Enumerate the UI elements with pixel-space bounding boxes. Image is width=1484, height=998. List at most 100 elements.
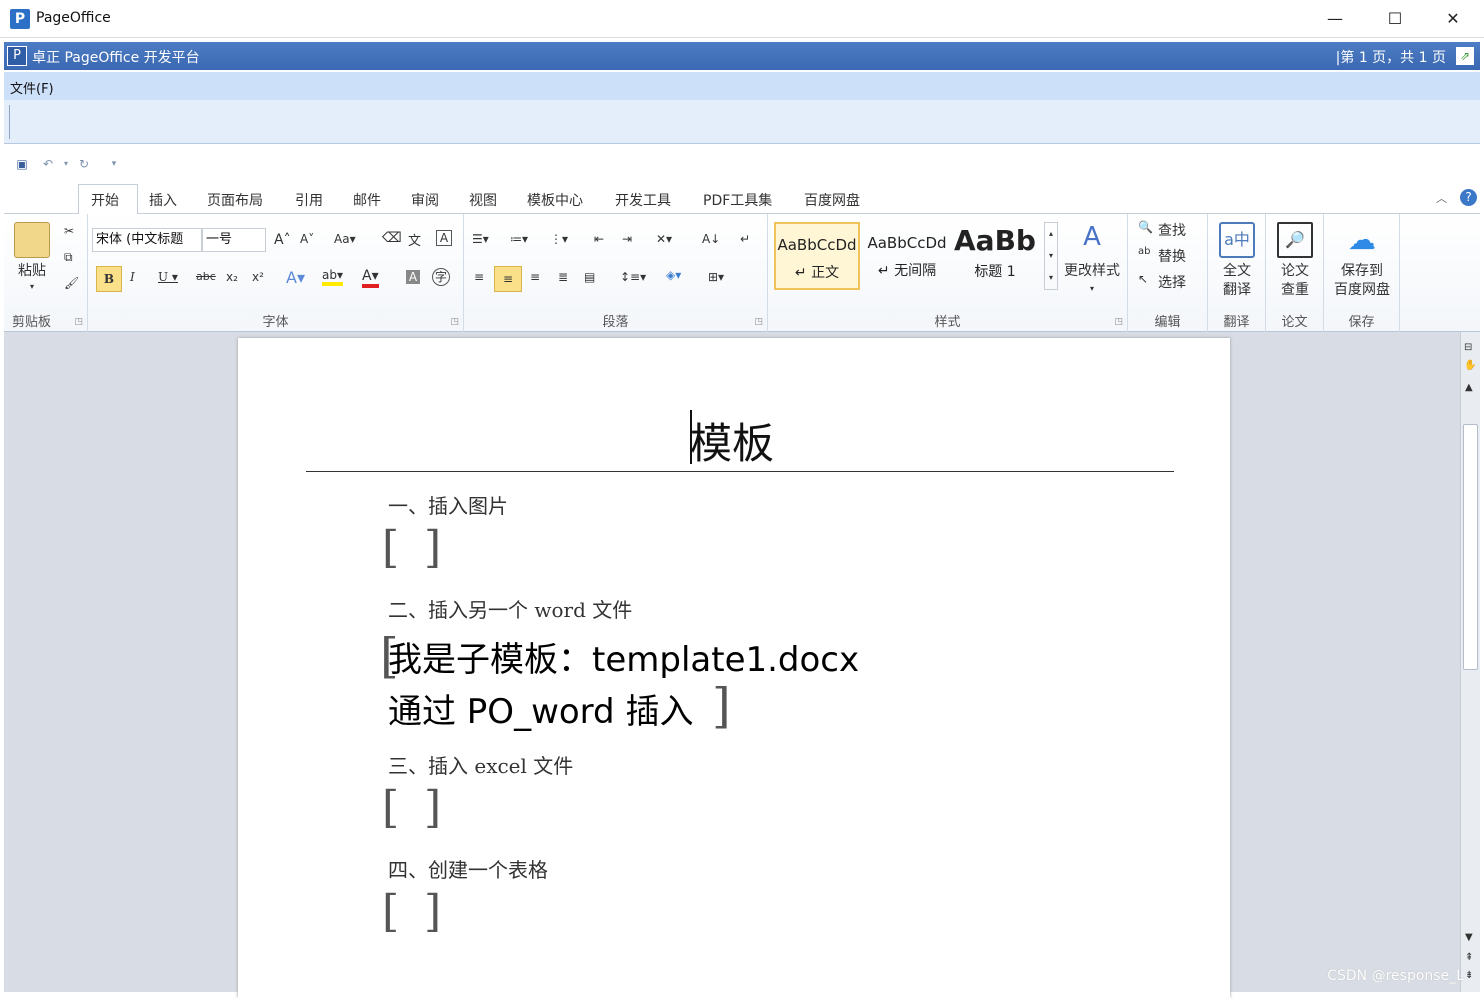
undo-dropdown-icon[interactable]: ▾ bbox=[58, 156, 74, 172]
shading-icon[interactable]: ◈▾ bbox=[666, 268, 681, 282]
subscript-button[interactable]: x₂ bbox=[226, 270, 238, 284]
replace-icon[interactable]: ab bbox=[1138, 246, 1150, 257]
strikethrough-button[interactable]: abc bbox=[196, 270, 216, 283]
line-spacing-icon[interactable]: ↕≡▾ bbox=[620, 270, 646, 284]
phonetic-guide-icon[interactable]: 文 bbox=[408, 230, 421, 249]
enclose-char-icon[interactable]: 字 bbox=[432, 268, 450, 286]
baidu-netdisk-icon[interactable]: ☁ bbox=[1344, 222, 1380, 258]
text-effects-icon[interactable]: A▾ bbox=[286, 268, 305, 287]
maximize-button[interactable]: ☐ bbox=[1366, 0, 1424, 38]
group-font: 宋体 (中文标题 一号 A˄ A˅ Aa▾ ⌫ 文 A B I U ▾ abc … bbox=[88, 214, 464, 332]
font-launcher-icon[interactable]: ◳ bbox=[450, 317, 459, 327]
sort-icon[interactable]: A↓ bbox=[702, 232, 720, 246]
change-styles-icon[interactable]: A bbox=[1074, 222, 1110, 252]
find-icon[interactable]: 🔍 bbox=[1138, 220, 1153, 234]
shrink-font-icon[interactable]: A˅ bbox=[300, 232, 314, 246]
tab-pdf-tools[interactable]: PDF工具集 bbox=[703, 190, 772, 210]
toolbar-grip[interactable] bbox=[9, 105, 11, 139]
style-normal[interactable]: AaBbCcDd ↵ 正文 bbox=[774, 222, 860, 290]
decrease-indent-icon[interactable]: ⇤ bbox=[594, 232, 604, 246]
help-icon[interactable]: ? bbox=[1460, 189, 1477, 206]
bullets-icon[interactable]: ☰▾ bbox=[472, 232, 489, 246]
change-styles-button[interactable]: 更改样式 bbox=[1060, 262, 1124, 281]
undo-icon[interactable]: ↶ bbox=[40, 156, 56, 172]
clipboard-launcher-icon[interactable]: ◳ bbox=[74, 317, 83, 327]
paste-icon[interactable] bbox=[14, 222, 50, 258]
paste-button[interactable]: 粘贴 bbox=[10, 262, 54, 281]
tab-template-center[interactable]: 模板中心 bbox=[527, 190, 583, 210]
scroll-thumb[interactable] bbox=[1463, 424, 1478, 670]
underline-button[interactable]: U ▾ bbox=[158, 270, 178, 284]
borders-icon[interactable]: ⊞▾ bbox=[708, 270, 724, 284]
grow-font-icon[interactable]: A˄ bbox=[274, 232, 291, 248]
align-center-button[interactable]: ≡ bbox=[494, 266, 522, 292]
redo-icon[interactable]: ↻ bbox=[76, 156, 92, 172]
translate-button[interactable]: 全文 翻译 bbox=[1208, 262, 1266, 300]
scroll-down-icon[interactable]: ▼ bbox=[1465, 932, 1473, 943]
vertical-scrollbar[interactable]: ⊟ ✋ ▲ ▼ ⇞ ⇟ bbox=[1460, 332, 1480, 992]
tab-mailings[interactable]: 邮件 bbox=[353, 190, 381, 210]
numbering-icon[interactable]: ≔▾ bbox=[510, 232, 528, 246]
copy-icon[interactable]: ⧉ bbox=[64, 250, 73, 265]
tab-view[interactable]: 视图 bbox=[469, 190, 497, 210]
menu-file[interactable]: 文件(F) bbox=[10, 78, 54, 97]
select-icon[interactable]: ↖ bbox=[1138, 272, 1148, 286]
close-button[interactable]: ✕ bbox=[1424, 0, 1482, 38]
multilevel-list-icon[interactable]: ⋮▾ bbox=[550, 232, 568, 246]
pan-icon[interactable]: ✋ bbox=[1464, 360, 1476, 371]
font-color-icon[interactable]: A▾ bbox=[362, 268, 379, 288]
find-button[interactable]: 查找 bbox=[1158, 220, 1186, 240]
paper-check-button[interactable]: 论文 查重 bbox=[1266, 262, 1324, 300]
tab-developer[interactable]: 开发工具 bbox=[615, 190, 671, 210]
style-heading1[interactable]: AaBb 标题 1 bbox=[952, 222, 1038, 290]
bold-button[interactable]: B bbox=[96, 266, 122, 292]
prev-page-icon[interactable]: ⇞ bbox=[1465, 952, 1473, 963]
change-case-icon[interactable]: Aa▾ bbox=[334, 232, 356, 246]
align-left-icon[interactable]: ≡ bbox=[474, 270, 484, 284]
tab-review[interactable]: 审阅 bbox=[411, 190, 439, 210]
paper-check-icon[interactable]: 🔎 bbox=[1277, 222, 1313, 258]
cut-icon[interactable]: ✂ bbox=[64, 224, 74, 238]
tab-home[interactable]: 开始 bbox=[91, 190, 119, 210]
customize-qat-icon[interactable]: ▾ bbox=[106, 156, 122, 172]
ruler-toggle-icon[interactable]: ⊟ bbox=[1464, 342, 1472, 353]
distributed-icon[interactable]: ▤ bbox=[584, 270, 595, 284]
tab-page-layout[interactable]: 页面布局 bbox=[207, 190, 263, 210]
minimize-button[interactable]: — bbox=[1306, 0, 1364, 38]
font-size-combo[interactable]: 一号 bbox=[202, 228, 266, 252]
tab-baidu-netdisk[interactable]: 百度网盘 bbox=[804, 190, 860, 210]
style-no-spacing[interactable]: AaBbCcDd ↵ 无间隔 bbox=[864, 222, 950, 290]
format-painter-icon[interactable]: 🖌 bbox=[64, 276, 79, 290]
clear-format-icon[interactable]: ⌫ bbox=[382, 230, 402, 246]
superscript-button[interactable]: x² bbox=[252, 270, 264, 284]
tab-references[interactable]: 引用 bbox=[295, 190, 323, 210]
change-styles-dropdown-icon[interactable]: ▾ bbox=[1090, 284, 1094, 293]
fullscreen-icon[interactable]: ⇗ bbox=[1456, 47, 1474, 65]
select-button[interactable]: 选择 bbox=[1158, 272, 1186, 292]
save-icon[interactable]: ▣ bbox=[14, 156, 30, 172]
translate-icon[interactable]: a中 bbox=[1219, 222, 1255, 258]
show-marks-icon[interactable]: ↵ bbox=[740, 232, 750, 246]
char-shading-icon[interactable]: A bbox=[406, 270, 420, 284]
scroll-up-icon[interactable]: ▲ bbox=[1465, 382, 1473, 393]
pageoffice-title: 卓正 PageOffice 开发平台 bbox=[32, 50, 200, 66]
char-border-icon[interactable]: A bbox=[436, 230, 452, 246]
increase-indent-icon[interactable]: ⇥ bbox=[622, 232, 632, 246]
document-page[interactable]: 模板 一、插入图片 [ ] 二、插入另一个 word 文件 [ 我是子模板：te… bbox=[238, 338, 1230, 998]
replace-button[interactable]: 替换 bbox=[1158, 246, 1186, 266]
collapse-ribbon-icon[interactable]: ︿ bbox=[1436, 190, 1447, 206]
italic-button[interactable]: I bbox=[130, 270, 135, 284]
save-to-baidu-button[interactable]: 保存到 百度网盘 bbox=[1324, 262, 1400, 300]
chinese-layout-icon[interactable]: ✕▾ bbox=[656, 232, 672, 246]
align-right-icon[interactable]: ≡ bbox=[530, 270, 540, 284]
styles-launcher-icon[interactable]: ◳ bbox=[1114, 317, 1123, 327]
styles-scroll-icon[interactable]: ▴ ▾ ▾ bbox=[1044, 222, 1058, 290]
tab-insert[interactable]: 插入 bbox=[149, 190, 177, 210]
highlight-icon[interactable]: ab▾ bbox=[322, 268, 343, 286]
justify-icon[interactable]: ≣ bbox=[558, 270, 568, 284]
paragraph-launcher-icon[interactable]: ◳ bbox=[754, 317, 763, 327]
section-heading-word: 二、插入另一个 word 文件 bbox=[388, 598, 633, 622]
next-page-icon[interactable]: ⇟ bbox=[1465, 970, 1473, 981]
paste-dropdown-icon[interactable]: ▾ bbox=[30, 282, 34, 291]
font-name-combo[interactable]: 宋体 (中文标题 bbox=[92, 228, 202, 252]
